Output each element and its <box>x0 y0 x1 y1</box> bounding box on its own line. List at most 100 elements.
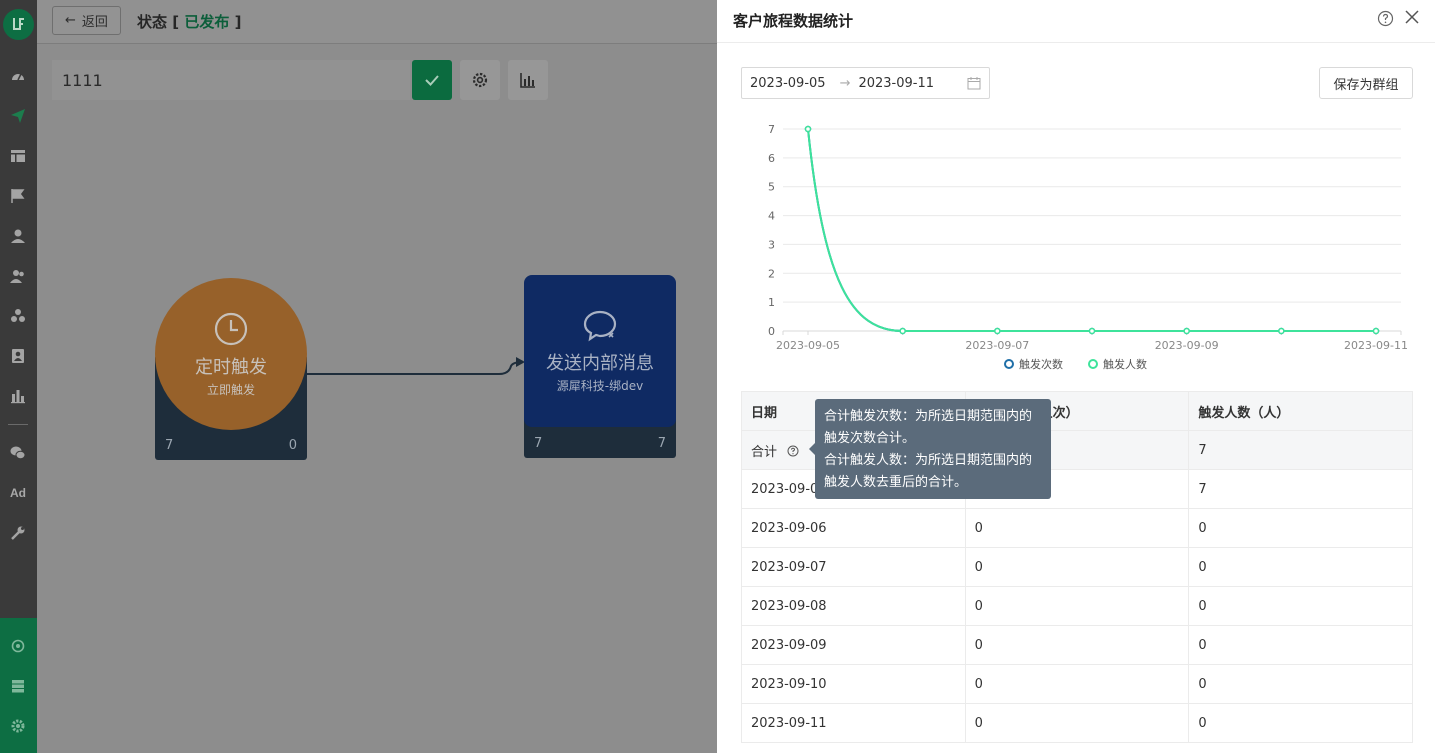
nav-hub-icon[interactable] <box>8 636 28 656</box>
x-tick-label: 2023-09-05 <box>776 339 840 352</box>
y-tick-label: 7 <box>768 123 775 136</box>
y-tick-label: 6 <box>768 152 775 165</box>
trigger-node-subtitle: 立即触发 <box>206 382 255 397</box>
date-cell: 2023-09-06 <box>741 508 966 548</box>
data-point <box>994 327 1001 335</box>
y-tick-label: 0 <box>768 325 775 338</box>
trigger-node-title: 定时触发 <box>195 356 267 378</box>
trigger-users-cell: 0 <box>1188 508 1413 548</box>
trigger-times-cell: 0 <box>964 625 1190 665</box>
message-node[interactable]: 发送内部消息 源犀科技-绑dev <box>524 275 676 427</box>
date-range-arrow: → <box>839 75 851 91</box>
series-line-1 <box>807 128 1376 333</box>
table-row: 2023-09-08 0 0 <box>741 586 1413 626</box>
statistics-drawer: 客户旅程数据统计 2023-09-05 → 2023-09-11 保存为群组 0… <box>717 0 1435 753</box>
table-row: 2023-09-07 0 0 <box>741 547 1413 587</box>
total-trigger-users: 7 <box>1188 430 1413 470</box>
table-row: 2023-09-10 0 0 <box>741 664 1413 704</box>
trigger-times-cell: 0 <box>964 547 1190 587</box>
y-tick-label: 5 <box>768 181 775 194</box>
nav-dashboard-icon[interactable] <box>8 66 28 86</box>
date-cell: 2023-09-10 <box>741 664 966 704</box>
trigger-node[interactable]: 定时触发 立即触发 <box>155 278 307 430</box>
message-node-count-right: 7 <box>657 436 666 451</box>
message-node-count-left: 7 <box>534 436 543 451</box>
trigger-users-cell: 0 <box>1188 664 1413 704</box>
calendar-icon <box>967 77 981 90</box>
close-icon[interactable] <box>1404 9 1420 25</box>
trigger-node-count-right: 0 <box>288 438 297 453</box>
nav-wechat-icon[interactable] <box>8 443 28 463</box>
nav-server-icon[interactable] <box>8 676 28 696</box>
nav-contact-card-icon[interactable] <box>8 346 28 366</box>
trigger-users-cell: 0 <box>1188 547 1413 587</box>
total-help-tooltip: 合计触发次数：为所选日期范围内的触发次数合计。 合计触发人数：为所选日期范围内的… <box>809 399 1051 499</box>
table-row: 2023-09-06 0 0 <box>741 508 1413 548</box>
y-tick-label: 4 <box>768 210 775 223</box>
data-point <box>1278 327 1285 335</box>
nav-cluster-icon[interactable] <box>8 306 28 326</box>
help-icon[interactable] <box>1377 10 1394 27</box>
data-point <box>804 125 812 133</box>
message-node-title: 发送内部消息 <box>546 352 654 374</box>
table-header-trigger-users: 触发人数（人） <box>1188 391 1413 431</box>
data-point <box>899 327 906 335</box>
nav-flag-icon[interactable] <box>8 186 28 206</box>
logo-icon <box>12 17 24 30</box>
nav-user-icon[interactable] <box>8 226 28 246</box>
sidebar: Ad <box>0 0 37 753</box>
date-cell: 2023-09-09 <box>741 625 966 665</box>
legend-marker-1 <box>1088 359 1098 369</box>
nav-layout-icon[interactable] <box>8 146 28 166</box>
trigger-node-count-left: 7 <box>165 438 174 453</box>
date-range-picker[interactable]: 2023-09-05 → 2023-09-11 <box>741 67 990 99</box>
x-tick-label: 2023-09-11 <box>1344 339 1408 352</box>
date-cell: 2023-09-07 <box>741 547 966 587</box>
total-help-icon[interactable] <box>787 445 799 457</box>
trigger-times-cell: 0 <box>964 508 1190 548</box>
save-as-group-button[interactable]: 保存为群组 <box>1319 67 1413 99</box>
clock-icon <box>214 312 248 345</box>
trigger-users-cell: 0 <box>1188 703 1413 743</box>
legend-marker-0 <box>1004 359 1014 369</box>
trigger-times-cell: 0 <box>964 586 1190 626</box>
trigger-times-cell: 0 <box>964 703 1190 743</box>
trigger-users-cell: 0 <box>1188 625 1413 665</box>
y-tick-label: 1 <box>768 296 775 309</box>
nav-send-icon[interactable] <box>8 106 28 126</box>
table-row: 2023-09-11 0 0 <box>741 703 1413 743</box>
sidebar-bottom <box>0 618 37 753</box>
nav-ad-icon[interactable]: Ad <box>8 483 28 503</box>
legend-label-0: 触发次数 <box>1019 357 1063 371</box>
sidebar-divider <box>8 424 28 425</box>
y-tick-label: 3 <box>768 238 775 251</box>
nav-users-icon[interactable] <box>8 266 28 286</box>
app-logo[interactable] <box>3 9 34 40</box>
date-range-end[interactable]: 2023-09-11 <box>858 76 934 91</box>
legend-label-1: 触发人数 <box>1103 357 1147 371</box>
nav-gear-icon[interactable] <box>8 716 28 736</box>
y-tick-label: 2 <box>768 267 775 280</box>
message-node-subtitle: 源犀科技-绑dev <box>556 378 644 393</box>
tooltip-line-2: 合计触发人数：为所选日期范围内的触发人数去重后的合计。 <box>824 453 1033 490</box>
x-tick-label: 2023-09-09 <box>1155 339 1219 352</box>
drawer-header: 客户旅程数据统计 <box>717 0 1435 43</box>
table-row: 2023-09-09 0 0 <box>741 625 1413 665</box>
date-cell: 2023-09-11 <box>741 703 966 743</box>
total-label: 合计 <box>751 444 778 460</box>
chat-bubble-icon <box>583 310 617 341</box>
data-point <box>1183 327 1190 335</box>
data-point <box>1088 327 1096 335</box>
trigger-times-cell: 0 <box>964 664 1190 704</box>
trigger-users-cell: 0 <box>1188 586 1413 626</box>
series-line-0 <box>807 128 1376 333</box>
nav-bar-chart-icon[interactable] <box>8 386 28 406</box>
date-range-start[interactable]: 2023-09-05 <box>750 76 826 91</box>
nav-wrench-icon[interactable] <box>8 523 28 543</box>
tooltip-line-1: 合计触发次数：为所选日期范围内的触发次数合计。 <box>824 409 1033 446</box>
trend-line-chart: 0 1 2 3 4 5 6 7 2023-09-05 2023-09-07 2023-09-09 20… <box>768 123 1408 371</box>
journey-canvas-area: ← 返回 状态 [ 已发布 ] 7 0 定时触发 立即触发 7 7 <box>37 0 717 753</box>
trigger-users-cell: 7 <box>1188 469 1413 509</box>
drawer-title: 客户旅程数据统计 <box>733 12 854 30</box>
x-tick-label: 2023-09-07 <box>965 339 1029 352</box>
